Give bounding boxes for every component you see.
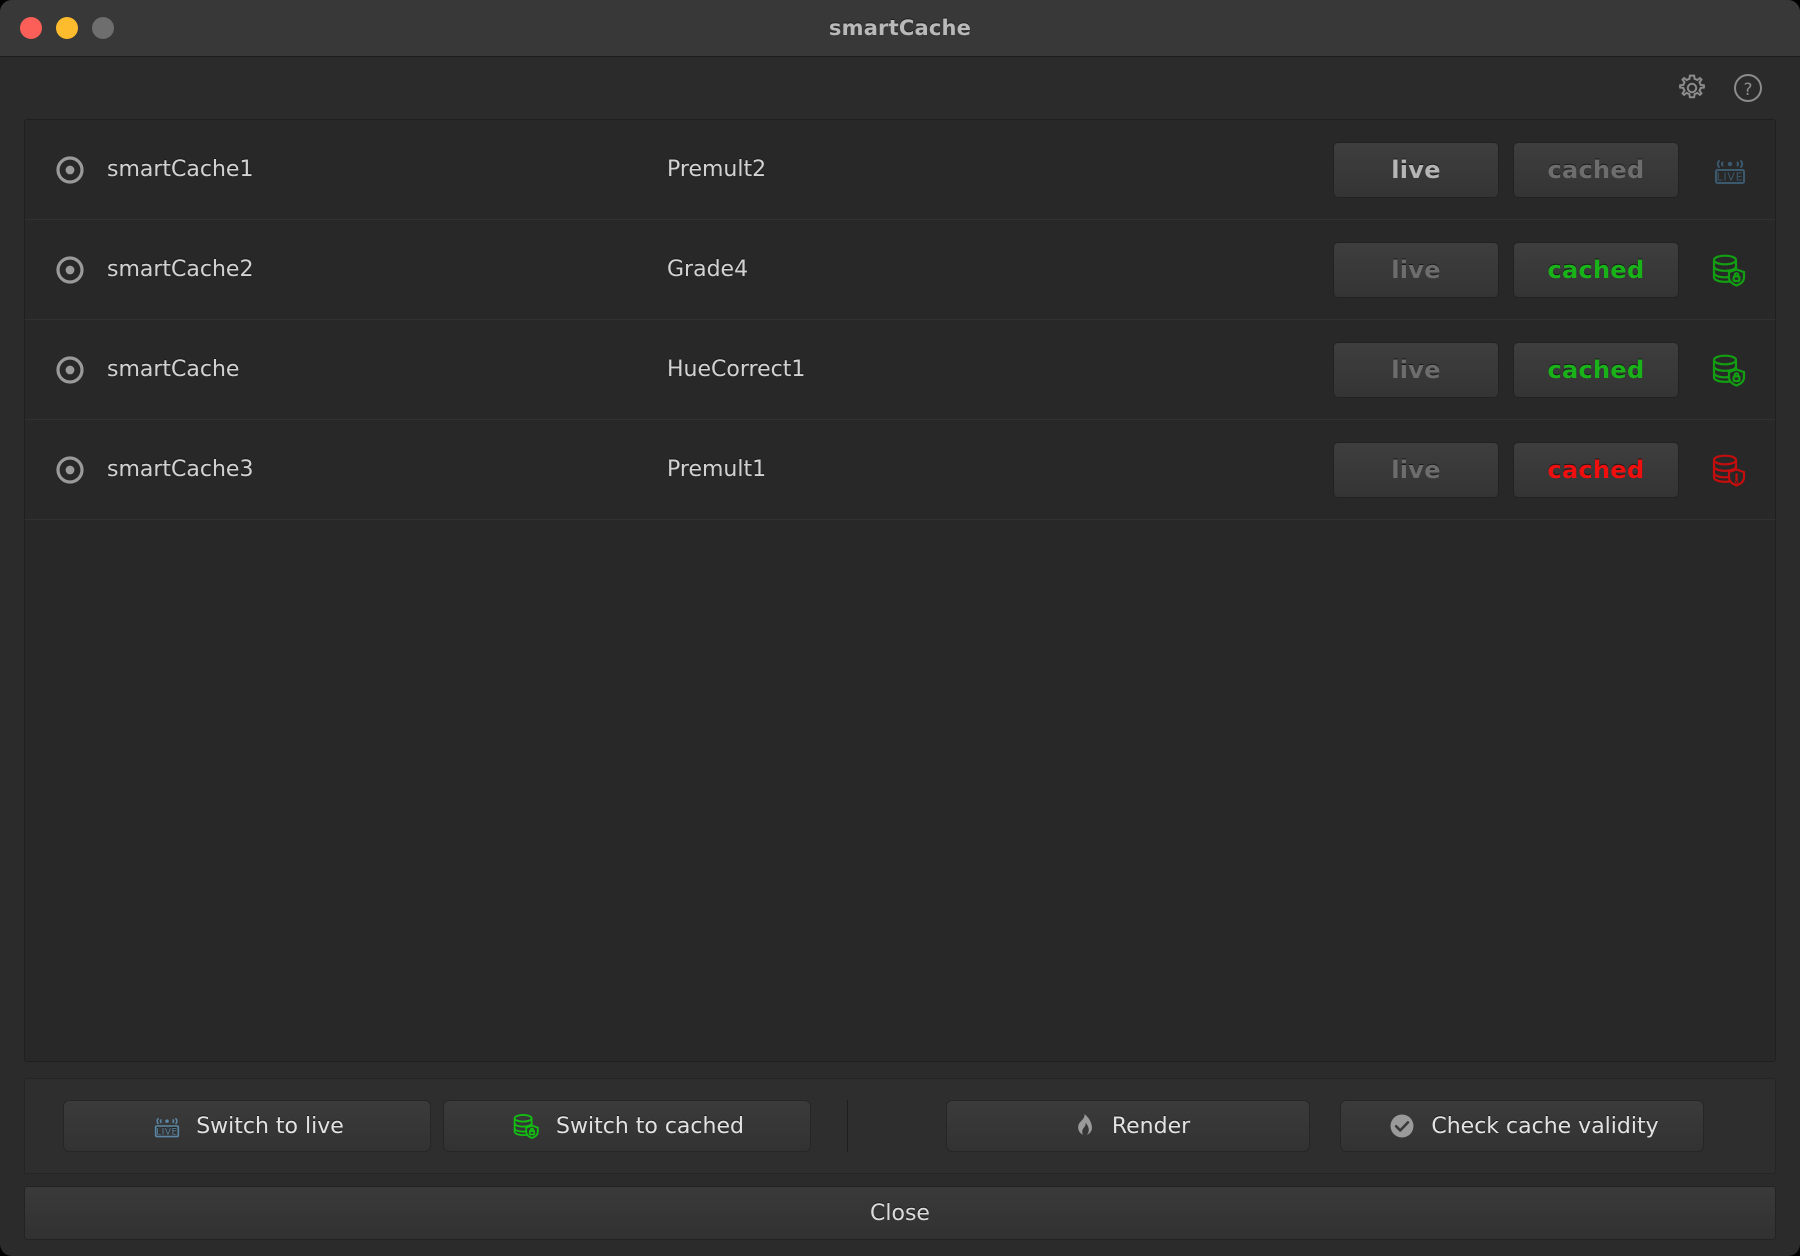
smartcache-list: smartCache1 Premult2 live cached LIVE — [24, 119, 1776, 1062]
radio-button-icon[interactable] — [55, 255, 85, 285]
cached-button[interactable]: cached — [1513, 242, 1679, 298]
minimize-window-button[interactable] — [56, 17, 78, 39]
database-shield-lock-icon — [1707, 347, 1753, 393]
close-button[interactable]: Close — [24, 1186, 1776, 1240]
table-row[interactable]: smartCache1 Premult2 live cached LIVE — [25, 120, 1775, 220]
state-toggle-group: live cached — [1333, 442, 1679, 498]
radio-button-icon[interactable] — [55, 155, 85, 185]
svg-text:LIVE: LIVE — [156, 1127, 178, 1137]
cache-node-label: smartCache1 — [107, 157, 667, 182]
radio-button-icon[interactable] — [55, 355, 85, 385]
target-node-label: Premult1 — [667, 457, 1333, 482]
cached-button[interactable]: cached — [1513, 442, 1679, 498]
window-controls — [20, 17, 114, 39]
list-empty-area — [25, 520, 1775, 1061]
database-shield-alert-icon — [1707, 447, 1753, 493]
gear-icon[interactable] — [1676, 72, 1708, 104]
toolbar-divider — [847, 1100, 848, 1152]
live-button[interactable]: live — [1333, 342, 1499, 398]
window-title: smartCache — [0, 16, 1800, 40]
switch-to-cached-button[interactable]: Switch to cached — [443, 1100, 811, 1152]
cached-button[interactable]: cached — [1513, 142, 1679, 198]
top-toolbar: ? — [0, 57, 1800, 119]
table-row[interactable]: smartCache HueCorrect1 live cached — [25, 320, 1775, 420]
close-window-button[interactable] — [20, 17, 42, 39]
live-badge-icon: LIVE — [1707, 147, 1753, 193]
check-cache-validity-button[interactable]: Check cache validity — [1340, 1100, 1704, 1152]
flame-icon — [1066, 1109, 1100, 1143]
switch-to-cached-label: Switch to cached — [556, 1114, 744, 1139]
live-button[interactable]: live — [1333, 442, 1499, 498]
cache-node-label: smartCache — [107, 357, 667, 382]
question-mark-circle-icon[interactable]: ? — [1732, 72, 1764, 104]
cached-button[interactable]: cached — [1513, 342, 1679, 398]
radio-button-icon[interactable] — [55, 455, 85, 485]
close-button-label: Close — [870, 1201, 930, 1226]
live-button[interactable]: live — [1333, 142, 1499, 198]
state-toggle-group: live cached — [1333, 142, 1679, 198]
table-row[interactable]: smartCache2 Grade4 live cached — [25, 220, 1775, 320]
database-shield-lock-icon — [510, 1109, 544, 1143]
live-button[interactable]: live — [1333, 242, 1499, 298]
state-toggle-group: live cached — [1333, 242, 1679, 298]
live-badge-icon: LIVE — [150, 1109, 184, 1143]
cache-node-label: smartCache3 — [107, 457, 667, 482]
action-toolbar: LIVE Switch to live — [24, 1078, 1776, 1174]
check-cache-validity-label: Check cache validity — [1431, 1114, 1658, 1139]
switch-to-live-button[interactable]: LIVE Switch to live — [63, 1100, 431, 1152]
render-button[interactable]: Render — [946, 1100, 1310, 1152]
target-node-label: HueCorrect1 — [667, 357, 1333, 382]
cache-node-label: smartCache2 — [107, 257, 667, 282]
smartcache-window: smartCache ? — [0, 0, 1800, 1256]
svg-text:?: ? — [1743, 80, 1752, 100]
table-row[interactable]: smartCache3 Premult1 live cached — [25, 420, 1775, 520]
check-circle-icon — [1385, 1109, 1419, 1143]
state-toggle-group: live cached — [1333, 342, 1679, 398]
switch-to-live-label: Switch to live — [196, 1114, 344, 1139]
target-node-label: Premult2 — [667, 157, 1333, 182]
render-label: Render — [1112, 1114, 1190, 1139]
zoom-window-button[interactable] — [92, 17, 114, 39]
target-node-label: Grade4 — [667, 257, 1333, 282]
database-shield-lock-icon — [1707, 247, 1753, 293]
window-titlebar: smartCache — [0, 0, 1800, 57]
svg-text:LIVE: LIVE — [1717, 171, 1744, 183]
